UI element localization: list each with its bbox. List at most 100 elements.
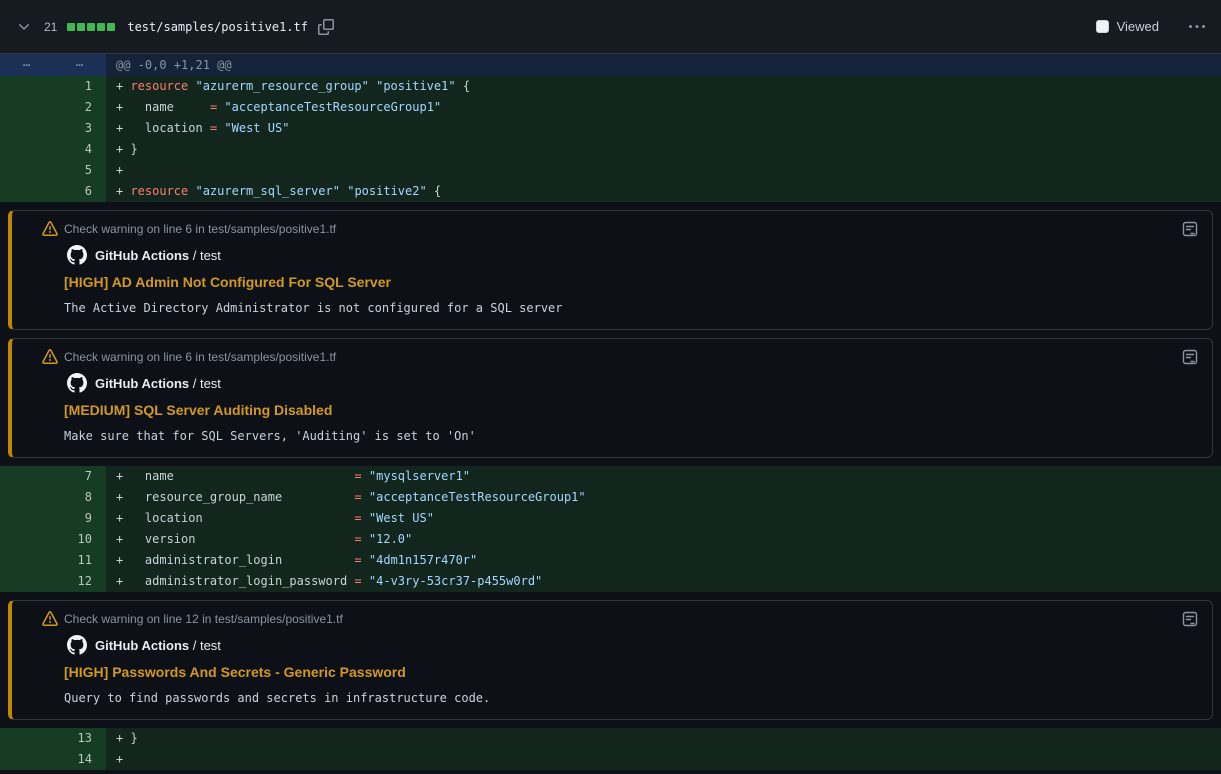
line-number[interactable]: 13 xyxy=(0,728,106,749)
file-options-button[interactable] xyxy=(1189,19,1205,35)
annotation-message: The Active Directory Administrator is no… xyxy=(24,301,1196,317)
code-token xyxy=(362,574,369,588)
code-token xyxy=(362,469,369,483)
kebab-menu-icon xyxy=(1189,19,1205,35)
hunk-header-row: ⋯⋯@@ -0,0 +1,21 @@ xyxy=(0,54,1221,76)
code-token: name xyxy=(130,100,209,114)
line-number[interactable]: 6 xyxy=(0,181,106,202)
copy-path-button[interactable] xyxy=(318,19,334,35)
viewed-checkbox[interactable] xyxy=(1096,20,1109,33)
code-token: } xyxy=(130,142,137,156)
diff-line-added: 2+ name = "acceptanceTestResourceGroup1" xyxy=(0,97,1221,118)
check-source-name[interactable]: GitHub Actions / test xyxy=(95,248,221,263)
check-source-row: GitHub Actions / test xyxy=(24,373,1196,393)
code-token: = xyxy=(354,469,361,483)
code-content: + name = "acceptanceTestResourceGroup1" xyxy=(106,97,1221,118)
diff-sign: + xyxy=(116,142,130,156)
diffstat-added-square xyxy=(107,23,115,31)
diff-line-added: 5+ xyxy=(0,160,1221,181)
check-source-app: GitHub Actions xyxy=(95,248,189,263)
expand-hunk-right[interactable]: ⋯ xyxy=(53,54,106,76)
code-token: version xyxy=(130,532,354,546)
viewed-toggle[interactable]: Viewed xyxy=(1096,19,1159,34)
diffstat-added-square xyxy=(97,23,105,31)
check-source-row: GitHub Actions / test xyxy=(24,635,1196,655)
code-token: "positive1" xyxy=(376,79,455,93)
line-number[interactable]: 10 xyxy=(0,529,106,550)
code-token: "4dm1n157r470r" xyxy=(369,553,477,567)
code-token: name xyxy=(130,469,354,483)
diffstat-added-square xyxy=(77,23,85,31)
annotation-title: [HIGH] Passwords And Secrets - Generic P… xyxy=(24,664,1196,682)
chevron-down-icon xyxy=(16,19,32,35)
code-token: resource_group_name xyxy=(130,490,354,504)
code-token: "West US" xyxy=(224,121,289,135)
file-name-link[interactable]: test/samples/positive1.tf xyxy=(127,20,308,34)
check-source-name[interactable]: GitHub Actions / test xyxy=(95,376,221,391)
code-token: = xyxy=(354,532,361,546)
warning-triangle-icon xyxy=(42,221,58,237)
diff-sign: + xyxy=(116,490,130,504)
annotation-action-button[interactable] xyxy=(1182,349,1198,365)
file-header: 21 test/samples/positive1.tf Viewed xyxy=(0,0,1221,54)
warning-triangle-icon xyxy=(42,611,58,627)
line-number[interactable]: 3 xyxy=(0,118,106,139)
github-logo-icon xyxy=(67,635,87,655)
check-source-app: GitHub Actions xyxy=(95,376,189,391)
check-source-row: GitHub Actions / test xyxy=(24,245,1196,265)
diff-sign: + xyxy=(116,163,130,177)
line-number[interactable]: 4 xyxy=(0,139,106,160)
line-number[interactable]: 11 xyxy=(0,550,106,571)
code-token: "azurerm_sql_server" xyxy=(195,184,340,198)
annotation-note-icon xyxy=(1182,611,1198,627)
check-source-app: GitHub Actions xyxy=(95,638,189,653)
viewed-label: Viewed xyxy=(1117,19,1159,34)
annotation-action-button[interactable] xyxy=(1182,221,1198,237)
diff-sign: + xyxy=(116,532,130,546)
code-token: = xyxy=(354,553,361,567)
annotation-note-icon xyxy=(1182,221,1198,237)
code-content: + location = "West US" xyxy=(106,118,1221,139)
line-number[interactable]: 5 xyxy=(0,160,106,181)
collapse-file-button[interactable] xyxy=(16,19,32,35)
diffstat-added-square xyxy=(67,23,75,31)
code-token: "acceptanceTestResourceGroup1" xyxy=(224,100,441,114)
check-warning-header: Check warning on line 6 in test/samples/… xyxy=(24,349,1196,365)
code-content: + xyxy=(106,749,1221,770)
diff-view: 21 test/samples/positive1.tf Viewed ⋯⋯@@… xyxy=(0,0,1221,774)
diff-line-added: 9+ location = "West US" xyxy=(0,508,1221,529)
line-number[interactable]: 8 xyxy=(0,487,106,508)
hunk-gutter: ⋯⋯ xyxy=(0,54,106,76)
diffstat-added-square xyxy=(87,23,95,31)
check-warning-header: Check warning on line 12 in test/samples… xyxy=(24,611,1196,627)
diff-line-added: 8 + resource_group_name = "acceptanceTest… xyxy=(0,487,1221,508)
code-token: location xyxy=(130,511,354,525)
diff-sign: + xyxy=(116,752,130,766)
code-content: + administrator_login_password = "4-v3ry… xyxy=(106,571,1221,592)
diff-sign: + xyxy=(116,574,130,588)
line-number[interactable]: 7 xyxy=(0,466,106,487)
code-token: "positive2" xyxy=(347,184,426,198)
expand-hunk-left[interactable]: ⋯ xyxy=(0,54,53,76)
line-number[interactable]: 2 xyxy=(0,97,106,118)
diff-sign: + xyxy=(116,79,130,93)
annotation-box: Check warning on line 12 in test/samples… xyxy=(8,600,1213,720)
diff-sign: + xyxy=(116,121,130,135)
line-number[interactable]: 14 xyxy=(0,749,106,770)
line-number[interactable]: 12 xyxy=(0,571,106,592)
annotation-note-icon xyxy=(1182,349,1198,365)
code-token: location xyxy=(130,121,209,135)
diff-sign: + xyxy=(116,553,130,567)
line-number[interactable]: 9 xyxy=(0,508,106,529)
code-token: administrator_login xyxy=(130,553,354,567)
check-source-name[interactable]: GitHub Actions / test xyxy=(95,638,221,653)
annotation-action-button[interactable] xyxy=(1182,611,1198,627)
check-warning-text: Check warning on line 6 in test/samples/… xyxy=(64,222,336,236)
code-token: "azurerm_resource_group" xyxy=(195,79,368,93)
diff-line-added: 1+ resource "azurerm_resource_group" "po… xyxy=(0,76,1221,97)
code-token: "acceptanceTestResourceGroup1" xyxy=(369,490,586,504)
line-number[interactable]: 1 xyxy=(0,76,106,97)
code-token: = xyxy=(354,490,361,504)
diff-sign: + xyxy=(116,100,130,114)
code-content: + resource "azurerm_resource_group" "pos… xyxy=(106,76,1221,97)
